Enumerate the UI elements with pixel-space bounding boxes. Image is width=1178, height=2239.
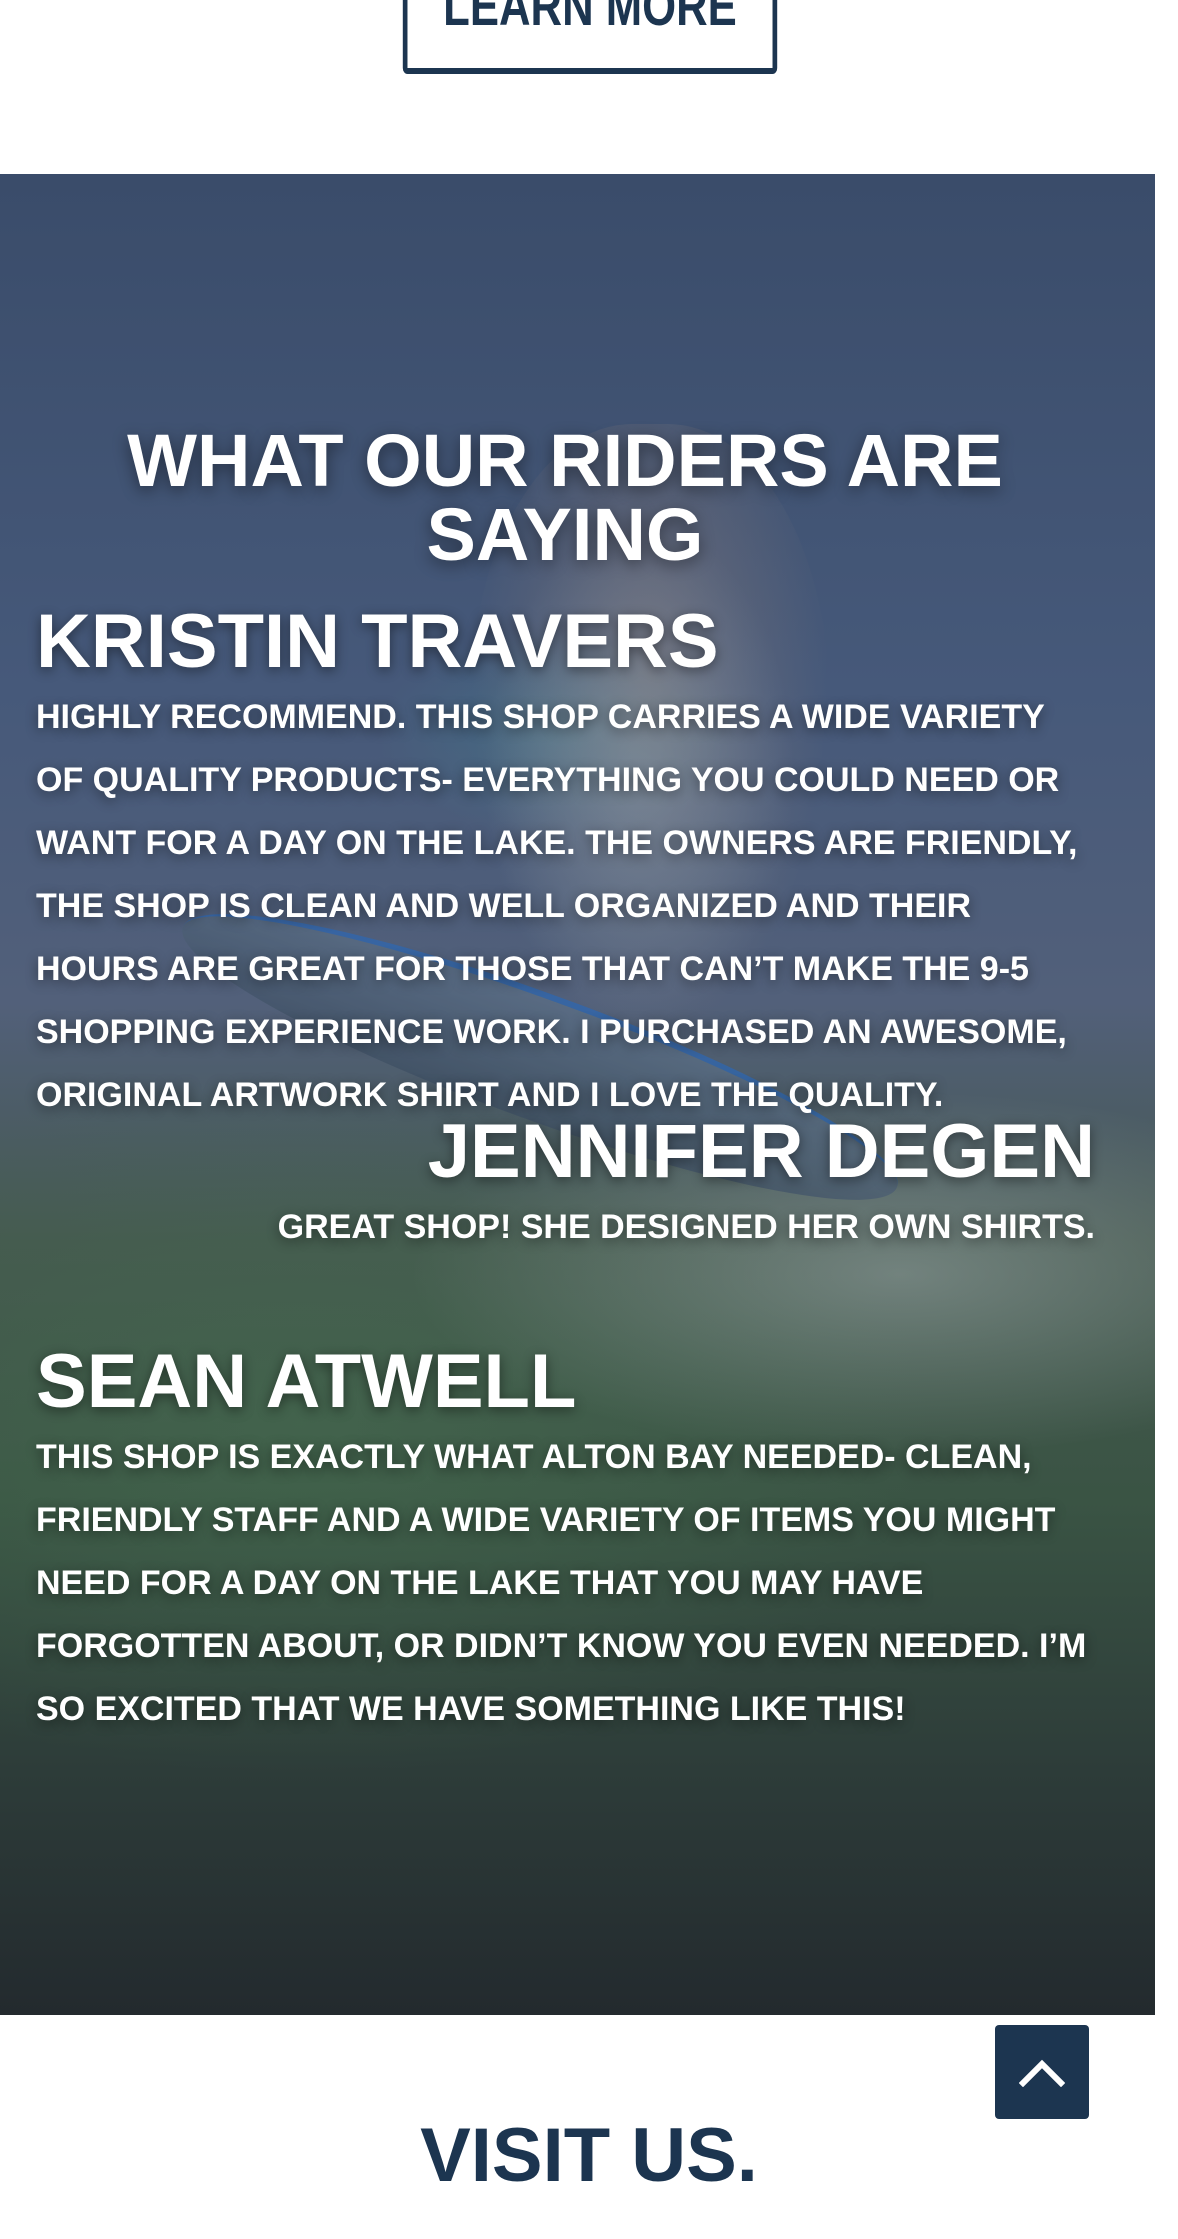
review-item: SEAN ATWELL THIS SHOP IS EXACTLY WHAT AL… (36, 1344, 1096, 1741)
learn-more-label: LEARN MORE (443, 0, 737, 37)
reviewer-name: KRISTIN TRAVERS (36, 599, 719, 684)
review-item: JENNIFER DEGEN GREAT SHOP! SHE DESIGNED … (195, 1114, 1095, 1259)
chevron-up-icon (1019, 2059, 1065, 2087)
testimonials-section: WHAT OUR RIDERS ARE SAYING KRISTIN TRAVE… (0, 174, 1155, 2015)
review-text: HIGHLY RECOMMEND. THIS SHOP CARRIES A WI… (36, 698, 1078, 1114)
scroll-to-top-button[interactable] (995, 2025, 1089, 2119)
visit-us-heading: VISIT US. (420, 2113, 758, 2198)
review-text: GREAT SHOP! SHE DESIGNED HER OWN SHIRTS. (277, 1208, 1095, 1246)
reviewer-name: SEAN ATWELL (36, 1339, 577, 1424)
review-text: THIS SHOP IS EXACTLY WHAT ALTON BAY NEED… (36, 1438, 1087, 1728)
reviewer-name: JENNIFER DEGEN (427, 1109, 1095, 1194)
review-item: KRISTIN TRAVERS HIGHLY RECOMMEND. THIS S… (36, 604, 1096, 1127)
learn-more-button[interactable]: LEARN MORE (402, 0, 778, 74)
testimonials-title: WHAT OUR RIDERS ARE SAYING (127, 419, 1003, 576)
